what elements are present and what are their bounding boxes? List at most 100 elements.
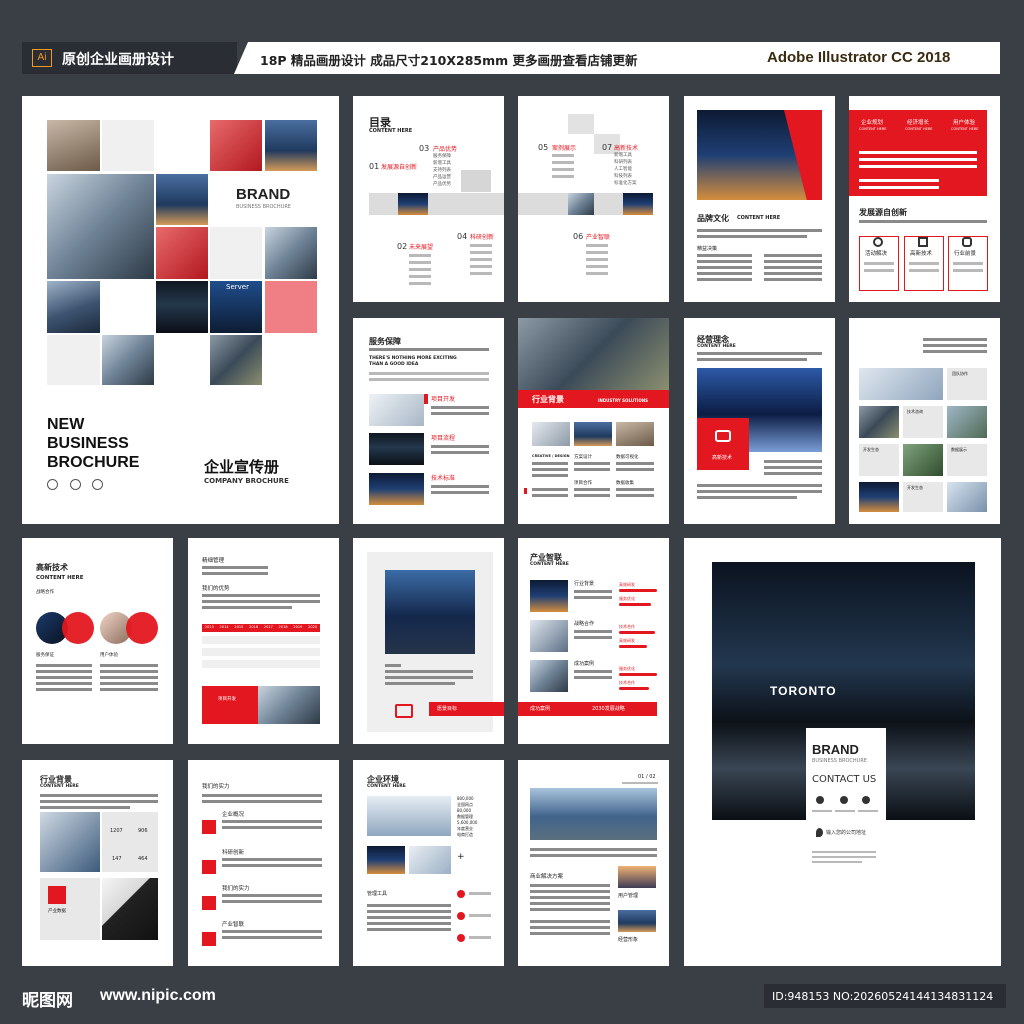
toc-num-05: 05 bbox=[538, 143, 549, 152]
photo-thumb bbox=[532, 422, 570, 446]
text-line bbox=[100, 676, 158, 679]
toc-item-02: 未来展望 bbox=[409, 244, 434, 251]
smart-tag-2: 服务优化 bbox=[619, 596, 635, 601]
table-row bbox=[202, 636, 320, 644]
toc-num-06: 06 bbox=[573, 232, 584, 241]
text-line bbox=[859, 165, 977, 168]
toc-line bbox=[470, 272, 492, 275]
text-line bbox=[697, 272, 752, 275]
header-right-text: Adobe Illustrator CC 2018 bbox=[767, 49, 951, 66]
text-line bbox=[100, 682, 158, 685]
stat-2: 906 bbox=[138, 828, 148, 834]
toc-line bbox=[470, 258, 492, 261]
text-line bbox=[222, 858, 322, 861]
text-line bbox=[202, 606, 292, 609]
text-line bbox=[574, 590, 612, 593]
text-line bbox=[40, 794, 158, 797]
text-line bbox=[469, 892, 491, 895]
red-marker bbox=[524, 488, 527, 494]
tile bbox=[210, 227, 262, 279]
smart-banner-right: 2030发展战略 bbox=[592, 706, 625, 712]
philosophy-page: 经营理念 CONTENT HERE 高新技术 bbox=[684, 318, 835, 524]
text-line bbox=[697, 352, 822, 355]
text-line bbox=[222, 864, 322, 867]
smart-item-1: 行业背景 bbox=[574, 581, 595, 587]
photo-panorama bbox=[530, 788, 657, 840]
management-banner bbox=[202, 686, 258, 724]
toc-item-03: 产品优势 bbox=[433, 146, 458, 153]
photo-night-city bbox=[369, 473, 424, 505]
industry2-tag: 产业数据 bbox=[48, 909, 66, 914]
text-line bbox=[812, 861, 862, 863]
strength-page: 我们的实力 企业概况 科研创新 我们的实力 产业智联 bbox=[188, 760, 339, 966]
back-brand: BRAND bbox=[812, 742, 859, 757]
photo-sunset bbox=[618, 866, 656, 888]
text-line bbox=[953, 262, 983, 265]
service-tagline-1: THERE'S NOTHING MORE EXCITING bbox=[369, 356, 457, 361]
progress-bar bbox=[619, 645, 647, 648]
text-line bbox=[697, 490, 822, 493]
text-line bbox=[385, 676, 473, 679]
progress-bar bbox=[619, 589, 657, 592]
toc-line bbox=[586, 265, 608, 268]
text-line bbox=[697, 229, 822, 232]
gallery-photo bbox=[947, 406, 987, 438]
footer-logo[interactable]: 昵图网 bbox=[22, 986, 73, 1011]
innovation-top-sub-2: CONTENT HERE bbox=[905, 127, 933, 131]
toc-block bbox=[568, 114, 594, 134]
strength-marker-4 bbox=[202, 932, 216, 946]
text-line bbox=[622, 782, 658, 784]
innovation-icon-1: 活动解决 bbox=[865, 251, 888, 257]
photo-bridge bbox=[618, 910, 656, 932]
text-line bbox=[369, 348, 489, 351]
industry-page: 行业背景 INDUSTRY SOLUTIONS CREATIVE / DESIG… bbox=[518, 318, 669, 524]
toc-line bbox=[409, 254, 431, 257]
plus-icon: + bbox=[457, 852, 465, 862]
innovation-top-2: 经济增长 bbox=[907, 120, 930, 126]
toc-line bbox=[552, 175, 574, 178]
text-line bbox=[530, 896, 610, 899]
footer-url[interactable]: www.nipic.com bbox=[100, 987, 216, 1005]
cover-page: BRAND BUSINESS BROCHURE Server NEW BUSIN… bbox=[22, 96, 339, 524]
table-row bbox=[202, 648, 320, 656]
header-left-title: 原创企业画册设计 bbox=[62, 52, 174, 68]
cover-brand-sub: BUSINESS BROCHURE bbox=[236, 204, 291, 210]
environment-subtitle: CONTENT HERE bbox=[367, 784, 406, 789]
cover-headline-3: BROCHURE bbox=[47, 454, 140, 471]
text-line bbox=[616, 462, 654, 465]
text-line bbox=[697, 496, 797, 499]
header-bar: Ai 原创企业画册设计 18P 精品画册设计 成品尺寸210X285mm 更多画… bbox=[22, 42, 1000, 74]
env-dot-3 bbox=[457, 934, 465, 942]
text-line bbox=[532, 494, 568, 497]
text-line bbox=[923, 350, 987, 353]
text-line bbox=[859, 220, 987, 223]
photo-desk bbox=[369, 394, 424, 426]
text-line bbox=[431, 485, 489, 488]
photo-skyline bbox=[265, 120, 317, 171]
toc-photo bbox=[568, 193, 594, 215]
text-line bbox=[100, 664, 158, 667]
circle-red-2 bbox=[126, 612, 158, 644]
toc-num-02: 02 bbox=[397, 242, 408, 251]
text-line bbox=[40, 800, 158, 803]
location-icon bbox=[816, 828, 823, 837]
toc-line bbox=[552, 161, 574, 164]
cover-icon-1 bbox=[47, 479, 58, 490]
industry-label-3: 项目合作 bbox=[574, 481, 592, 486]
gallery-photo bbox=[859, 368, 943, 400]
text-line bbox=[764, 254, 822, 257]
text-line bbox=[431, 406, 489, 409]
smart-page: 产业智联 CONTENT HERE 行业背景 战略合作 成功案例 高效研发 服务… bbox=[518, 538, 669, 744]
back-brand-sub: BUSINESS BROCHURE bbox=[812, 758, 867, 764]
solutions-page-num: 01 / 02 bbox=[638, 774, 656, 780]
text-line bbox=[36, 676, 92, 679]
text-line bbox=[697, 266, 752, 269]
philosophy-red-box bbox=[697, 418, 749, 470]
innovation-icon-2: 高新技术 bbox=[910, 251, 933, 257]
env-stat-7: 电商打造 bbox=[457, 832, 473, 837]
text-line bbox=[530, 848, 657, 851]
text-line bbox=[530, 884, 610, 887]
table-col: 2020 bbox=[308, 625, 318, 629]
text-line bbox=[764, 472, 822, 475]
text-line bbox=[616, 468, 654, 471]
